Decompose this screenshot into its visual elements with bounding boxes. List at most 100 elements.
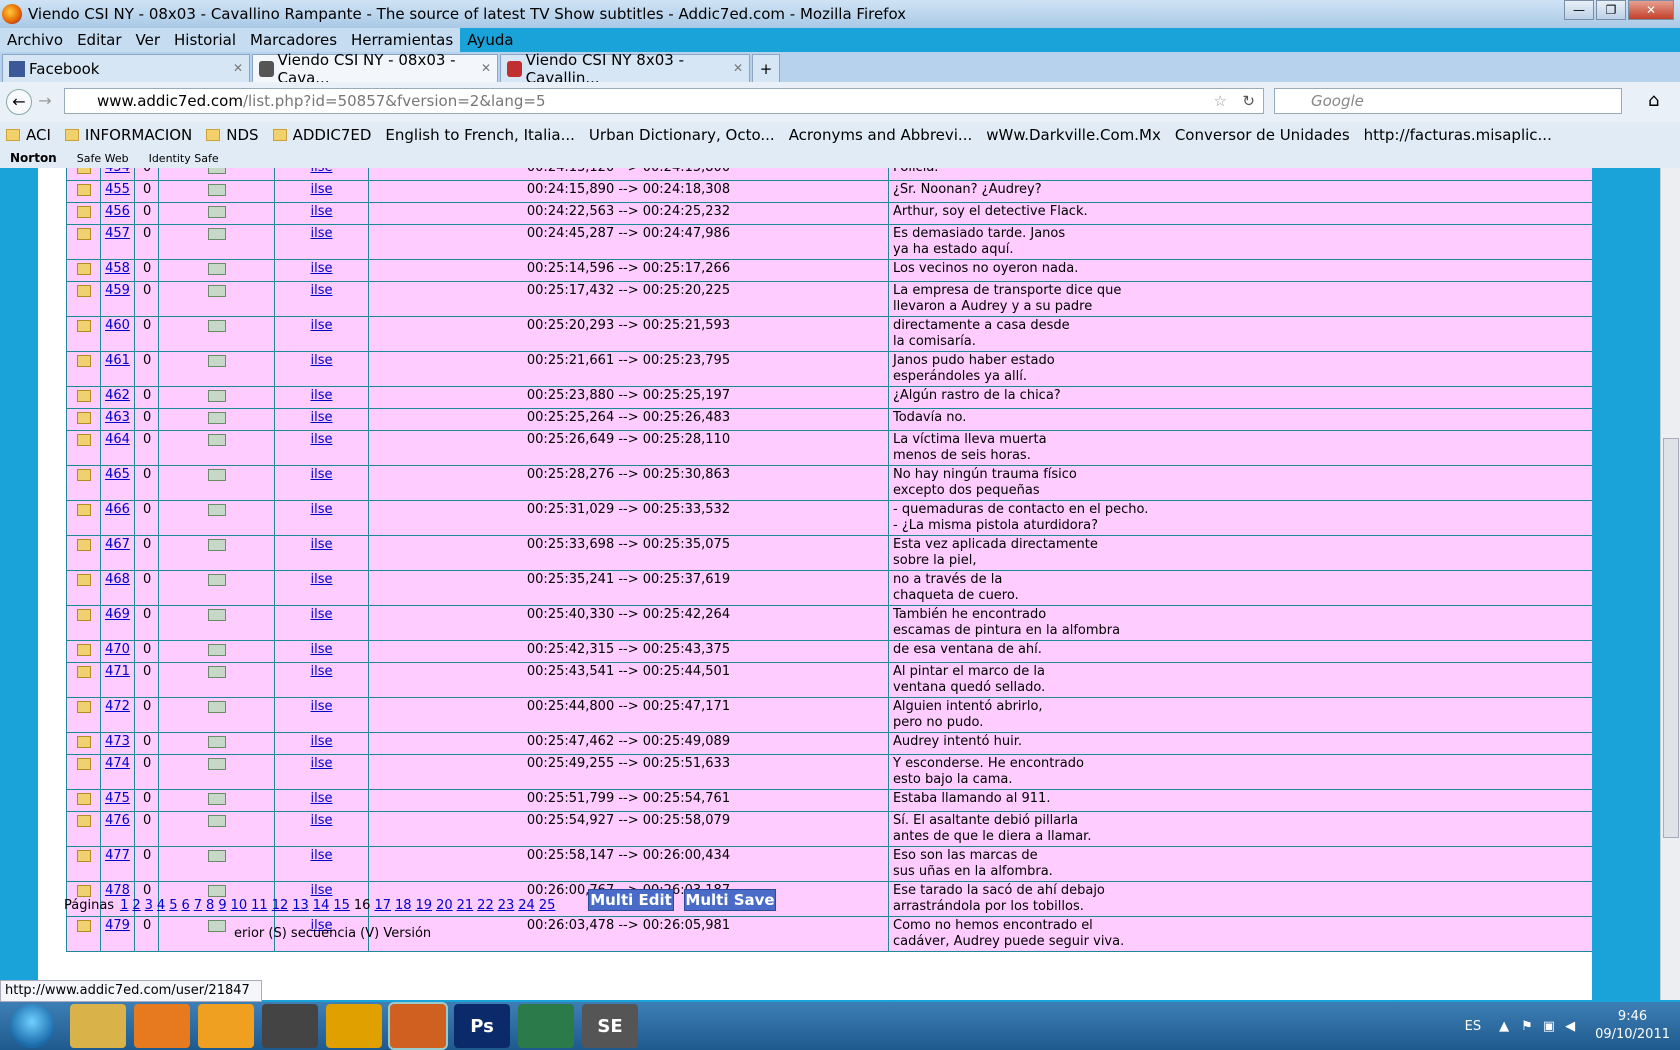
sequence-link[interactable]: 462	[105, 388, 130, 403]
lock-icon[interactable]	[76, 285, 91, 297]
user-link[interactable]: ilse	[311, 467, 333, 482]
multi-edit-button[interactable]: Multi Edit	[588, 889, 674, 911]
volume-icon[interactable]: ◀	[1565, 1019, 1575, 1034]
subtitle-text-cell[interactable]: Policía.	[888, 168, 1592, 181]
menu-ayuda[interactable]: Ayuda	[467, 31, 513, 49]
subtitle-text-cell[interactable]: Es demasiado tarde. Janos ya ha estado aq…	[888, 224, 1592, 260]
network-icon[interactable]: ▣	[1543, 1019, 1555, 1034]
page-link[interactable]: 17	[374, 898, 391, 913]
edit-icon[interactable]	[207, 355, 226, 367]
user-link[interactable]: ilse	[311, 182, 333, 197]
edit-icon[interactable]	[207, 184, 226, 196]
page-link[interactable]: 19	[416, 898, 433, 913]
bookmark-conversor[interactable]: Conversor de Unidades	[1175, 126, 1350, 144]
subtitle-text-cell[interactable]: Audrey intentó huir.	[888, 732, 1592, 755]
lock-cell[interactable]	[66, 168, 101, 181]
tab-viendo-csi-active[interactable]: Viendo CSI NY - 08x03 - Cava... ✕	[252, 51, 498, 87]
edit-cell[interactable]	[158, 570, 275, 606]
edit-cell[interactable]	[158, 811, 275, 847]
sequence-link[interactable]: 464	[105, 432, 130, 447]
user-link[interactable]: ilse	[311, 756, 333, 771]
subtitle-text-cell[interactable]: Los vecinos no oyeron nada.	[888, 259, 1592, 282]
subtitle-text-cell[interactable]: ¿Algún rastro de la chica?	[888, 386, 1592, 409]
reload-icon[interactable]: ↻	[1242, 89, 1255, 113]
edit-icon[interactable]	[207, 758, 226, 770]
sequence-link[interactable]: 460	[105, 318, 130, 333]
lock-cell[interactable]	[66, 351, 101, 387]
edit-icon[interactable]	[207, 539, 226, 551]
lock-icon[interactable]	[76, 758, 91, 770]
lock-icon[interactable]	[76, 666, 91, 678]
lock-cell[interactable]	[66, 259, 101, 282]
lock-cell[interactable]	[66, 180, 101, 203]
lock-cell[interactable]	[66, 281, 101, 317]
edit-icon[interactable]	[207, 168, 226, 174]
edit-icon[interactable]	[207, 609, 226, 621]
page-link[interactable]: 7	[194, 898, 202, 913]
edit-cell[interactable]	[158, 535, 275, 571]
subtitle-text-cell[interactable]: ¿Sr. Noonan? ¿Audrey?	[888, 180, 1592, 203]
sequence-link[interactable]: 470	[105, 642, 130, 657]
edit-cell[interactable]	[158, 351, 275, 387]
lock-icon[interactable]	[76, 390, 91, 402]
user-link[interactable]: ilse	[311, 848, 333, 863]
subtitle-text-cell[interactable]: directamente a casa desde la comisaría.	[888, 316, 1592, 352]
identity-safe-menu[interactable]: Identity Safe	[149, 152, 219, 165]
lock-icon[interactable]	[76, 609, 91, 621]
edit-icon[interactable]	[207, 228, 226, 240]
sequence-link[interactable]: 467	[105, 537, 130, 552]
lock-icon[interactable]	[76, 184, 91, 196]
subtitle-text-cell[interactable]: - quemaduras de contacto en el pecho. - ¿…	[888, 500, 1592, 536]
user-link[interactable]: ilse	[311, 318, 333, 333]
lock-icon[interactable]	[76, 815, 91, 827]
lock-icon[interactable]	[76, 850, 91, 862]
lock-cell[interactable]	[66, 535, 101, 571]
movie-maker-taskbar-icon[interactable]	[262, 1004, 318, 1048]
home-icon[interactable]: ⌂	[1648, 90, 1659, 111]
page-link[interactable]: 4	[157, 898, 165, 913]
edit-icon[interactable]	[207, 736, 226, 748]
explorer-taskbar-icon[interactable]	[70, 1004, 126, 1048]
page-link[interactable]: 3	[145, 898, 153, 913]
page-link[interactable]: 5	[169, 898, 177, 913]
sequence-link[interactable]: 475	[105, 791, 130, 806]
menu-historial[interactable]: Historial	[174, 31, 236, 49]
users-taskbar-icon[interactable]	[518, 1004, 574, 1048]
lock-cell[interactable]	[66, 697, 101, 733]
sequence-link[interactable]: 459	[105, 283, 130, 298]
photoshop-taskbar-icon[interactable]: Ps	[454, 1004, 510, 1048]
page-link[interactable]: 22	[477, 898, 494, 913]
outlook-taskbar-icon[interactable]	[198, 1004, 254, 1048]
user-link[interactable]: ilse	[311, 734, 333, 749]
lock-icon[interactable]	[76, 206, 91, 218]
lock-cell[interactable]	[66, 408, 101, 431]
sequence-link[interactable]: 476	[105, 813, 130, 828]
page-link[interactable]: 11	[251, 898, 268, 913]
multi-save-button[interactable]: Multi Save	[684, 889, 776, 911]
edit-icon[interactable]	[207, 850, 226, 862]
user-link[interactable]: ilse	[311, 226, 333, 241]
edit-icon[interactable]	[207, 320, 226, 332]
tab-viendo-csi-2[interactable]: Viendo CSI NY 8x03 - Cavallin... ✕	[500, 51, 750, 87]
subtitle-text-cell[interactable]: La empresa de transporte dice que llevaro…	[888, 281, 1592, 317]
edit-cell[interactable]	[158, 259, 275, 282]
menu-ver[interactable]: Ver	[136, 31, 161, 49]
edit-cell[interactable]	[158, 408, 275, 431]
subtitle-text-cell[interactable]: Todavía no.	[888, 408, 1592, 431]
lock-icon[interactable]	[76, 701, 91, 713]
bookmark-informacion[interactable]: INFORMACION	[64, 126, 192, 144]
user-link[interactable]: ilse	[311, 168, 333, 175]
page-link[interactable]: 15	[333, 898, 350, 913]
user-link[interactable]: ilse	[311, 432, 333, 447]
edit-cell[interactable]	[158, 605, 275, 641]
edit-cell[interactable]	[158, 430, 275, 466]
edit-cell[interactable]	[158, 386, 275, 409]
page-link[interactable]: 18	[395, 898, 412, 913]
user-link[interactable]: ilse	[311, 572, 333, 587]
sequence-link[interactable]: 471	[105, 664, 130, 679]
subtitle-text-cell[interactable]: Ese tarado la sacó de ahí debajo arrastrá…	[888, 881, 1592, 917]
subtitle-text-cell[interactable]: Eso son las marcas de sus uñas en la alfo…	[888, 846, 1592, 882]
user-link[interactable]: ilse	[311, 261, 333, 276]
sequence-link[interactable]: 458	[105, 261, 130, 276]
lock-cell[interactable]	[66, 570, 101, 606]
